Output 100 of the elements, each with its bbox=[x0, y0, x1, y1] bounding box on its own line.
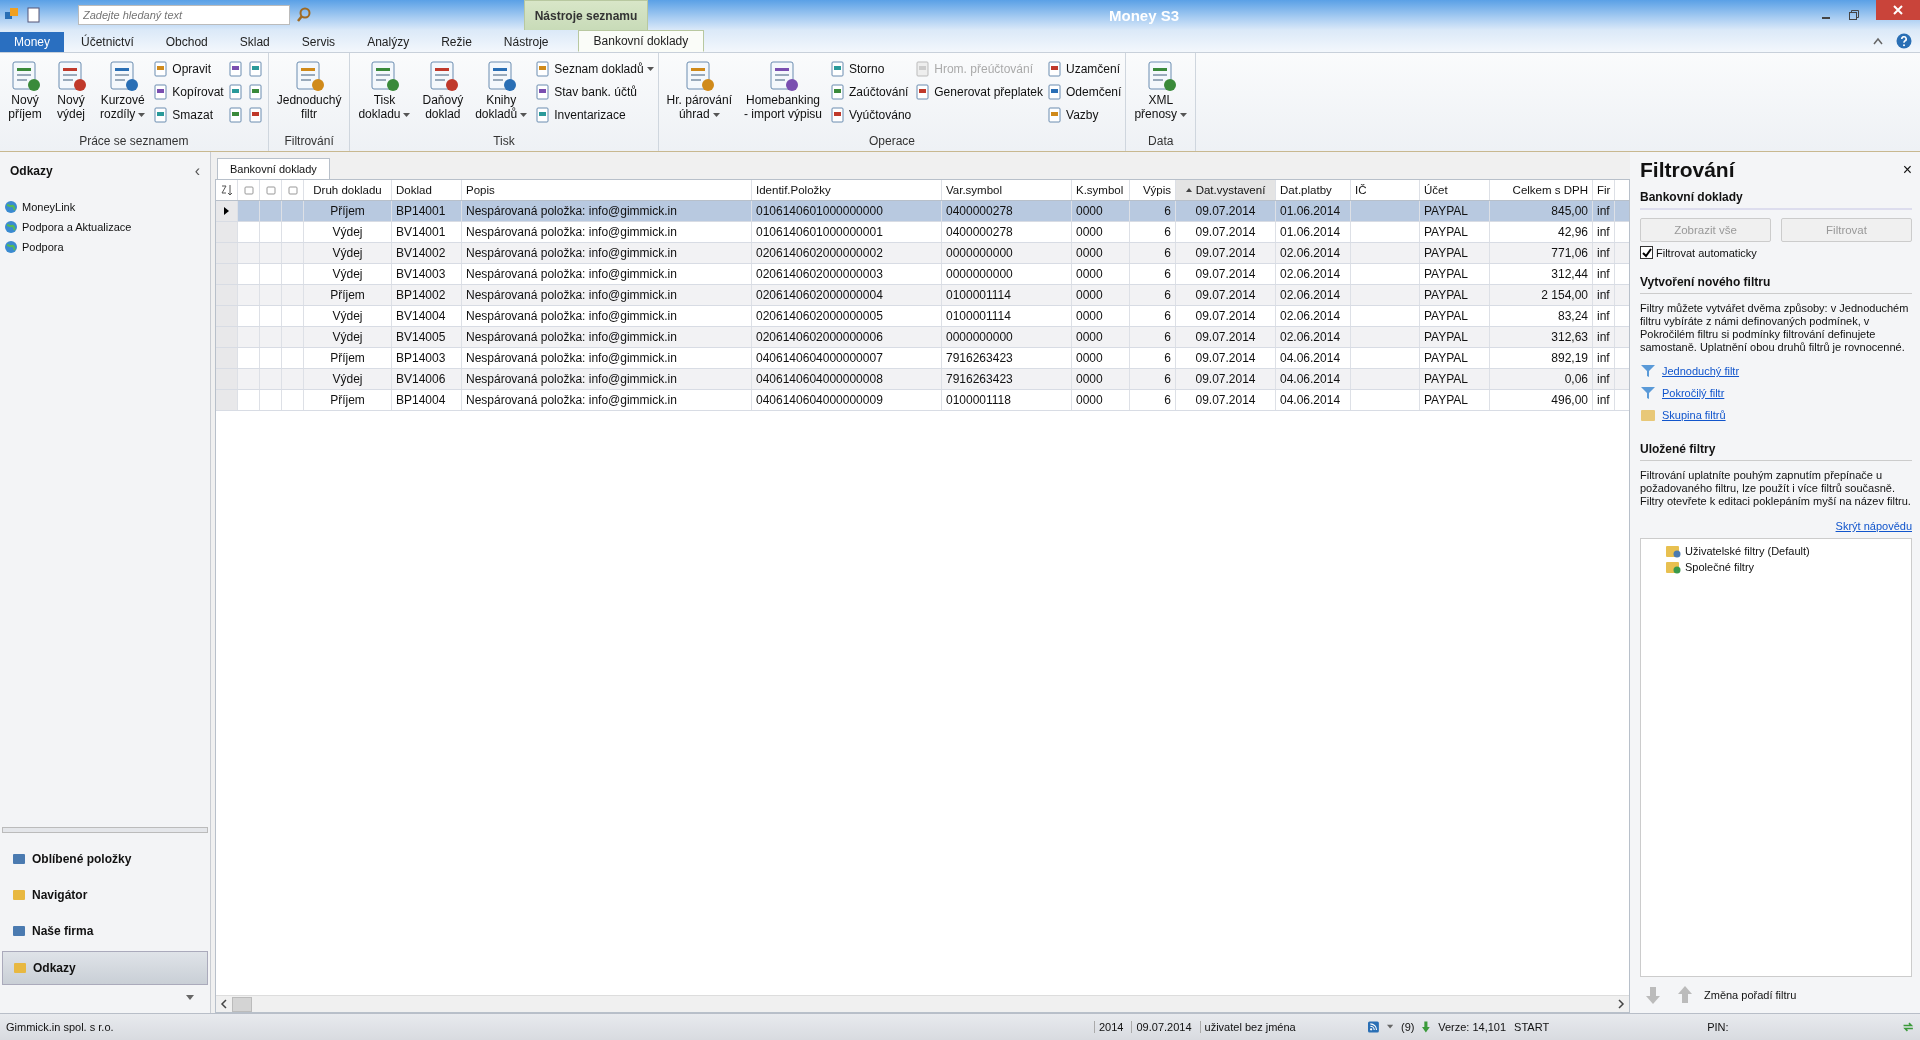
ribbon-button[interactable]: XML přenosy bbox=[1130, 59, 1192, 121]
ribbon-button[interactable]: Uzamčení bbox=[1047, 59, 1122, 79]
ribbon-tab[interactable]: Nástroje bbox=[488, 32, 564, 52]
ribbon-button[interactable]: Zaúčtování bbox=[830, 82, 912, 102]
navigation-item[interactable]: Odkazy bbox=[2, 951, 208, 985]
table-cell: 0000 bbox=[1076, 288, 1103, 302]
column-header[interactable]: Identif.Položky bbox=[752, 180, 942, 200]
table-cell: 0000 bbox=[1076, 246, 1103, 260]
ribbon-button[interactable]: Kopírovat bbox=[153, 82, 224, 102]
table-row[interactable]: Příjem BP14002 Nespárovaná položka: info@gimmick.in 0206140602000000004 0100001114 0000 6 09.07.2014 02.06.2014 PAYPAL 2 154,00 inf bbox=[216, 285, 1629, 306]
column-header[interactable]: IČ bbox=[1351, 180, 1420, 200]
collapse-button[interactable]: ‹ bbox=[194, 162, 200, 180]
folder-icon bbox=[1640, 407, 1656, 423]
ribbon-tab[interactable]: Bankovní doklady bbox=[577, 30, 705, 52]
ribbon-tab[interactable]: Režie bbox=[426, 32, 487, 52]
ribbon-button[interactable]: Nový výdej bbox=[50, 59, 92, 121]
link-item[interactable]: Podpora a Aktualizace bbox=[22, 221, 132, 233]
column-header[interactable]: Celkem s DPH bbox=[1490, 180, 1593, 200]
scrollbar-thumb[interactable] bbox=[232, 996, 252, 1012]
column-header[interactable]: Var.symbol bbox=[942, 180, 1072, 200]
ribbon-button[interactable]: Homebanking - import výpisu bbox=[740, 59, 826, 121]
table-row[interactable]: Výdej BV14002 Nespárovaná položka: info@gimmick.in 0206140602000000002 0000000000 0000 6 09.07.2014 02.06.2014 PAYPAL 771,06 inf bbox=[216, 243, 1629, 264]
scroll-right-icon[interactable] bbox=[1617, 999, 1625, 1009]
search-field[interactable]: Zadejte hledaný text bbox=[78, 5, 290, 25]
link-item[interactable]: MoneyLink bbox=[22, 201, 76, 213]
ribbon-button[interactable]: Inventarizace bbox=[535, 105, 654, 125]
status-user: uživatel bez jména bbox=[1199, 1021, 1360, 1033]
row-pointer-icon bbox=[224, 207, 229, 215]
link-item[interactable]: Podpora bbox=[22, 241, 64, 253]
document-icon[interactable] bbox=[26, 7, 42, 23]
table-cell: inf bbox=[1597, 309, 1610, 323]
column-header[interactable]: K.symbol bbox=[1072, 180, 1130, 200]
table-row[interactable]: Příjem BP14001 Nespárovaná položka: info@gimmick.in 0106140601000000000 0400000278 0000 6 09.07.2014 01.06.2014 PAYPAL 845,00 inf bbox=[216, 201, 1629, 222]
ribbon-tab[interactable]: Money bbox=[0, 32, 65, 52]
table-row[interactable]: Výdej BV14006 Nespárovaná položka: info@gimmick.in 0406140604000000008 7916263423 0000 6 09.07.2014 04.06.2014 PAYPAL 0,06 inf bbox=[216, 369, 1629, 390]
column-header[interactable]: Dat.platby bbox=[1276, 180, 1351, 200]
ribbon-button[interactable]: Stav bank. účtů bbox=[535, 82, 654, 102]
column-header[interactable]: Popis bbox=[462, 180, 752, 200]
dropdown-icon[interactable] bbox=[186, 995, 194, 1001]
document-tab[interactable]: Bankovní doklady bbox=[217, 158, 330, 179]
toolbar-button[interactable] bbox=[247, 59, 264, 79]
ribbon-tab[interactable]: Servis bbox=[286, 32, 351, 52]
sort-icon[interactable] bbox=[219, 184, 234, 196]
collapse-icon[interactable] bbox=[1872, 36, 1884, 46]
column-header[interactable]: Doklad bbox=[392, 180, 462, 200]
ribbon-button[interactable]: Kurzové rozdíly bbox=[96, 59, 150, 121]
table-row[interactable]: Příjem BP14004 Nespárovaná položka: info@gimmick.in 0406140604000000009 0100001118 0000 6 09.07.2014 04.06.2014 PAYPAL 496,00 inf bbox=[216, 390, 1629, 411]
navigation-item[interactable]: Naše firma bbox=[2, 915, 208, 947]
help-icon[interactable] bbox=[1896, 33, 1912, 49]
ribbon-button[interactable]: Smazat bbox=[153, 105, 224, 125]
navigation-item[interactable]: Oblíbené položky bbox=[2, 843, 208, 875]
context-tab-title: Nástroje seznamu bbox=[524, 0, 648, 30]
link[interactable]: Pokročilý filtr bbox=[1662, 387, 1725, 399]
row-header[interactable] bbox=[216, 201, 238, 221]
navigation-item[interactable]: Navigátor bbox=[2, 879, 208, 911]
ribbon-button[interactable]: Vazby bbox=[1047, 105, 1122, 125]
tree-item[interactable]: Společné filtry bbox=[1685, 561, 1755, 573]
column-header[interactable]: Druh dokladu bbox=[304, 180, 392, 200]
column-header[interactable]: Dat.vystavení bbox=[1176, 180, 1276, 200]
close-button[interactable]: × bbox=[1902, 161, 1912, 179]
folder-icon bbox=[1665, 560, 1681, 574]
table-row[interactable]: Výdej BV14005 Nespárovaná položka: info@gimmick.in 0206140602000000006 0000000000 0000 6 09.07.2014 02.06.2014 PAYPAL 312,63 inf bbox=[216, 327, 1629, 348]
sync-icon[interactable] bbox=[1901, 1020, 1914, 1034]
toolbar-button[interactable] bbox=[227, 82, 244, 102]
checkbox-label[interactable]: Filtrovat automaticky bbox=[1656, 246, 1757, 259]
document-icon bbox=[830, 107, 846, 123]
restore-icon[interactable] bbox=[1848, 9, 1860, 21]
ribbon-tab[interactable]: Obchod bbox=[150, 32, 223, 52]
ribbon-button[interactable]: Opravit bbox=[153, 59, 224, 79]
link[interactable]: Skrýt nápovědu bbox=[1835, 520, 1912, 532]
checkbox[interactable] bbox=[1640, 246, 1653, 259]
toolbar-button[interactable] bbox=[227, 105, 244, 125]
rss-icon[interactable] bbox=[1367, 1020, 1379, 1034]
ribbon-button[interactable]: Daňový doklad bbox=[418, 59, 468, 121]
scroll-left-icon[interactable] bbox=[220, 999, 228, 1009]
ribbon-button[interactable]: Seznam dokladů bbox=[535, 59, 654, 79]
dropdown-icon[interactable] bbox=[1386, 1024, 1393, 1030]
ribbon-button[interactable]: Tisk dokladu bbox=[354, 59, 415, 121]
toolbar-button[interactable] bbox=[227, 59, 244, 79]
ribbon-tab[interactable]: Sklad bbox=[224, 32, 285, 52]
ribbon-button[interactable]: Vyúčtováno bbox=[830, 105, 912, 125]
search-icon[interactable] bbox=[296, 7, 312, 23]
ribbon-button[interactable]: Hr. párování úhrad bbox=[662, 59, 736, 121]
link[interactable]: Skupina filtrů bbox=[1662, 409, 1726, 421]
ribbon-button[interactable]: Storno bbox=[830, 59, 912, 79]
ribbon-button[interactable]: Odemčení bbox=[1047, 82, 1122, 102]
ribbon-button[interactable]: Knihy dokladů bbox=[471, 59, 532, 121]
ribbon-button[interactable]: Generovat přeplatek bbox=[915, 82, 1043, 102]
table-cell: inf bbox=[1597, 288, 1610, 302]
tree-item[interactable]: Uživatelské filtry (Default) bbox=[1685, 545, 1810, 557]
column-header[interactable]: Účet bbox=[1420, 180, 1490, 200]
ribbon-button[interactable]: Jednoduchý filtr bbox=[272, 59, 346, 121]
link[interactable]: Jednoduchý filtr bbox=[1662, 365, 1740, 377]
ribbon-tab[interactable]: Účetnictví bbox=[66, 32, 149, 52]
toolbar-button[interactable] bbox=[247, 105, 264, 125]
column-header[interactable]: Fir bbox=[1593, 180, 1615, 200]
toolbar-button[interactable] bbox=[247, 82, 264, 102]
close-button[interactable] bbox=[1876, 0, 1920, 20]
ribbon-button[interactable]: Nový příjem bbox=[4, 59, 46, 121]
ribbon-tab[interactable]: Analýzy bbox=[352, 32, 425, 52]
